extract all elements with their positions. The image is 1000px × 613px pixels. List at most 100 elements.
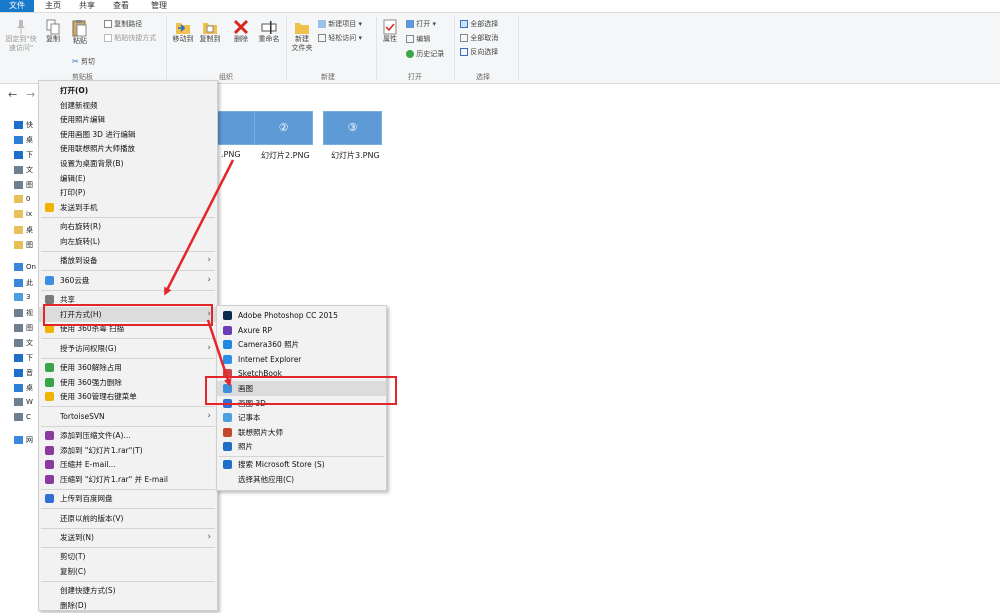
context-menu-item[interactable]: 设置为桌面背景(B) bbox=[39, 156, 217, 171]
nav-pane-item[interactable]: 桌 bbox=[14, 225, 38, 239]
context-menu-label: 设置为桌面背景(B) bbox=[60, 159, 124, 168]
edit-button[interactable]: 编辑 bbox=[406, 35, 430, 44]
new-item-button[interactable]: 新建项目 ▾ bbox=[318, 20, 362, 29]
context-menu-item[interactable]: 打开(O) bbox=[39, 83, 217, 98]
context-menu-item[interactable]: 使用画图 3D 进行编辑 bbox=[39, 127, 217, 142]
tab-share[interactable]: 共享 bbox=[74, 0, 100, 12]
move-to-button[interactable]: 移动到 bbox=[170, 19, 196, 44]
nav-pane-item[interactable]: 网 bbox=[14, 435, 38, 449]
tab-manage[interactable]: 管理 bbox=[146, 0, 172, 12]
nav-pane-item[interactable]: 3 bbox=[14, 293, 38, 307]
context-menu-item[interactable]: 播放到设备 › bbox=[39, 253, 217, 268]
nav-pane-item[interactable]: C bbox=[14, 413, 38, 427]
nav-pane-item[interactable]: 音 bbox=[14, 368, 38, 382]
context-menu-item[interactable]: 创建新视频 bbox=[39, 98, 217, 113]
file-thumbnail[interactable]: ③ bbox=[323, 111, 382, 145]
nav-pane-item[interactable]: 0 bbox=[14, 195, 38, 209]
file-name[interactable]: 幻灯片3.PNG bbox=[331, 150, 380, 161]
file-name[interactable]: .PNG bbox=[221, 150, 241, 159]
rename-button[interactable]: 重命名 bbox=[256, 19, 282, 44]
open-with-label: 选择其他应用(C) bbox=[238, 474, 295, 484]
paste-shortcut-button[interactable]: 粘贴快捷方式 bbox=[104, 34, 156, 43]
nav-pane-item[interactable]: 桌 bbox=[14, 135, 38, 149]
nav-pane-item[interactable]: On bbox=[14, 263, 38, 277]
open-with-item[interactable]: Axure RP bbox=[217, 323, 386, 338]
nav-pane-item[interactable]: 下 bbox=[14, 150, 38, 164]
context-menu-item[interactable]: 360云盘 › bbox=[39, 273, 217, 288]
context-menu-item[interactable]: 授予访问权限(G) › bbox=[39, 341, 217, 356]
nav-pane-item[interactable]: W bbox=[14, 398, 38, 412]
nav-pane-item[interactable]: ix bbox=[14, 210, 38, 224]
context-menu-item[interactable]: 打印(P) bbox=[39, 185, 217, 200]
delete-button[interactable]: 删除 bbox=[230, 19, 252, 44]
open-with-item[interactable]: 选择其他应用(C) bbox=[217, 472, 386, 487]
context-menu-item[interactable]: TortoiseSVN › bbox=[39, 409, 217, 424]
nav-pane-item[interactable]: 此 bbox=[14, 278, 38, 292]
context-menu-label: 压缩到 "幻灯片1.rar" 并 E-mail bbox=[60, 474, 168, 484]
context-menu-item[interactable]: 添加到压缩文件(A)... bbox=[39, 428, 217, 443]
open-with-item[interactable]: 联想照片大师 bbox=[217, 425, 386, 440]
back-button[interactable]: ← bbox=[8, 88, 17, 101]
file-thumbnail[interactable]: ② bbox=[254, 111, 313, 145]
pin-quick-access-button[interactable]: 固定到"快 速访问" bbox=[4, 19, 38, 53]
select-none-button[interactable]: 全部取消 bbox=[460, 34, 498, 43]
invert-selection-button[interactable]: 反向选择 bbox=[460, 48, 498, 57]
nav-pane-item[interactable]: 图 bbox=[14, 323, 38, 337]
context-menu-label: 使用联想照片大师播放 bbox=[60, 144, 135, 154]
context-menu-item[interactable]: 发送到(N) › bbox=[39, 530, 217, 545]
cut-button[interactable]: ✂ 剪切 bbox=[72, 57, 95, 67]
context-menu-item[interactable]: 使用 360强力删除 bbox=[39, 375, 217, 390]
select-all-button[interactable]: 全部选择 bbox=[460, 20, 498, 29]
nav-pane-item[interactable]: 文 bbox=[14, 338, 38, 352]
tab-home[interactable]: 主页 bbox=[40, 0, 66, 12]
nav-pane-item[interactable]: 桌 bbox=[14, 383, 38, 397]
open-with-item[interactable]: 搜索 Microsoft Store (S) bbox=[217, 457, 386, 472]
cut-label: 剪切 bbox=[80, 57, 95, 66]
context-menu-item[interactable]: 剪切(T) bbox=[39, 549, 217, 564]
open-button[interactable]: 打开 ▾ bbox=[406, 20, 436, 29]
open-with-item[interactable]: Adobe Photoshop CC 2015 bbox=[217, 308, 386, 323]
nav-pane-item[interactable]: 视 bbox=[14, 308, 38, 322]
context-menu-item[interactable]: 向右旋转(R) bbox=[39, 219, 217, 234]
context-menu-item[interactable]: 压缩到 "幻灯片1.rar" 并 E-mail bbox=[39, 472, 217, 487]
history-button[interactable]: 历史记录 bbox=[406, 50, 444, 59]
new-folder-button[interactable]: 新建 文件夹 bbox=[290, 19, 314, 53]
nav-pane-item[interactable]: 图 bbox=[14, 180, 38, 194]
forward-button[interactable]: → bbox=[26, 88, 35, 101]
open-with-item[interactable]: 照片 bbox=[217, 439, 386, 454]
copy-button[interactable]: 复制 bbox=[42, 19, 64, 44]
context-menu-item[interactable]: 压缩并 E-mail... bbox=[39, 457, 217, 472]
context-menu-item[interactable]: 发送到手机 bbox=[39, 200, 217, 215]
nav-pane-item[interactable]: 下 bbox=[14, 353, 38, 367]
nav-pane-item[interactable]: 快 bbox=[14, 120, 38, 134]
context-menu-item[interactable]: 编辑(E) bbox=[39, 171, 217, 186]
context-menu-item[interactable]: 上传到百度网盘 bbox=[39, 491, 217, 506]
nav-pane-item[interactable]: 图 bbox=[14, 240, 38, 254]
app-icon bbox=[45, 445, 54, 455]
open-with-item[interactable]: 记事本 bbox=[217, 410, 386, 425]
context-menu-item[interactable]: 使用照片编辑 bbox=[39, 112, 217, 127]
context-menu-item[interactable]: 还原以前的版本(V) bbox=[39, 511, 217, 526]
context-menu-item[interactable]: 使用 360解除占用 bbox=[39, 360, 217, 375]
nav-pane-item[interactable]: 文 bbox=[14, 165, 38, 179]
select-all-icon bbox=[460, 20, 468, 28]
context-menu-item[interactable]: 复制(C) bbox=[39, 564, 217, 579]
context-menu-item[interactable]: 使用 360管理右键菜单 bbox=[39, 389, 217, 404]
context-menu-item[interactable]: 创建快捷方式(S) bbox=[39, 583, 217, 598]
context-menu-item[interactable]: 添加到 "幻灯片1.rar"(T) bbox=[39, 443, 217, 458]
open-with-item[interactable]: Camera360 照片 bbox=[217, 337, 386, 352]
context-menu-item[interactable]: 使用联想照片大师播放 bbox=[39, 141, 217, 156]
open-with-item[interactable]: Internet Explorer bbox=[217, 352, 386, 367]
tab-file[interactable]: 文件 bbox=[0, 0, 34, 12]
properties-button[interactable]: 属性 bbox=[380, 19, 400, 44]
paste-button[interactable]: 粘贴 bbox=[68, 19, 92, 46]
context-menu-item[interactable]: 向左旋转(L) bbox=[39, 234, 217, 249]
file-name[interactable]: 幻灯片2.PNG bbox=[261, 150, 310, 161]
app-icon bbox=[45, 275, 54, 285]
easy-access-button[interactable]: 轻松访问 ▾ bbox=[318, 34, 362, 43]
dropdown-arrow-icon: ▾ bbox=[356, 34, 362, 42]
copy-to-button[interactable]: 复制到 bbox=[197, 19, 223, 44]
open-with-label: Internet Explorer bbox=[238, 354, 302, 364]
copy-path-button[interactable]: 复制路径 bbox=[104, 20, 142, 29]
tab-view[interactable]: 查看 bbox=[108, 0, 134, 12]
